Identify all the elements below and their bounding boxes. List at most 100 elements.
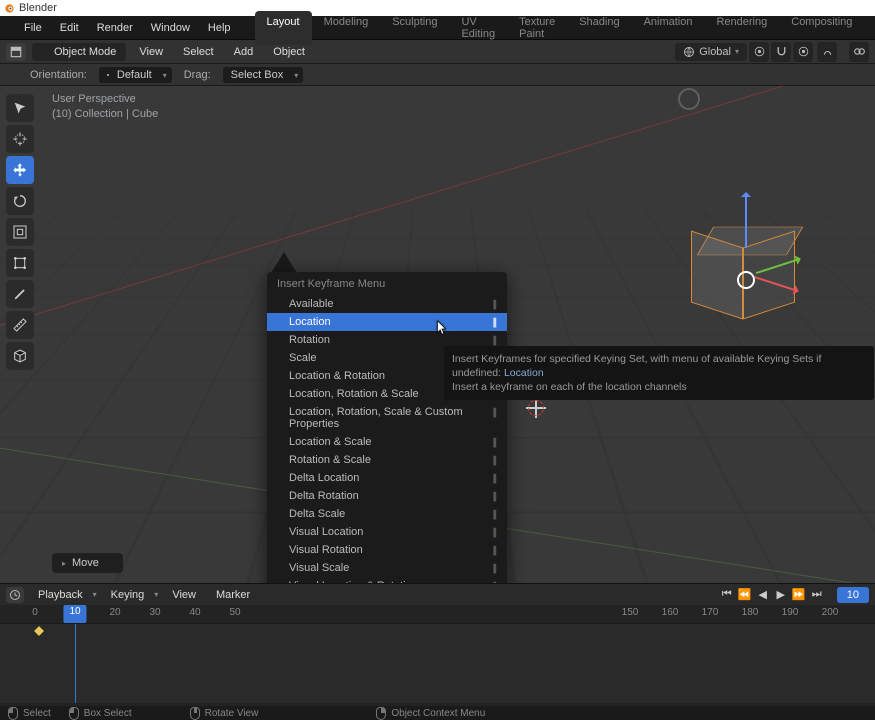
keyframe-menu-item[interactable]: Visual Scale▌ xyxy=(267,559,507,577)
submenu-indicator-icon: ▌ xyxy=(493,582,499,583)
play-reverse-icon[interactable]: ◀ xyxy=(755,588,771,602)
pivot-icon[interactable] xyxy=(749,42,769,62)
tab-animation[interactable]: Animation xyxy=(632,11,705,45)
last-operator-panel[interactable]: ▸ Move xyxy=(52,553,123,573)
hdr-add[interactable]: Add xyxy=(227,43,261,61)
keyframe-menu-item[interactable]: Visual Rotation▌ xyxy=(267,541,507,559)
keyframe-menu-item[interactable]: Visual Location & Rotation▌ xyxy=(267,577,507,583)
drag-value: Select Box xyxy=(231,69,284,81)
keyframe-menu-item[interactable]: Location, Rotation, Scale & Custom Prope… xyxy=(267,403,507,433)
top-menubar: File Edit Render Window Help Layout Mode… xyxy=(0,16,875,40)
chevron-down-icon: ▾ xyxy=(93,590,97,599)
gizmo-origin[interactable] xyxy=(737,271,755,289)
submenu-indicator-icon: ▌ xyxy=(493,564,499,573)
tool-add-cube[interactable] xyxy=(6,342,34,370)
tl-keying[interactable]: Keying xyxy=(105,587,151,603)
tool-move[interactable] xyxy=(6,156,34,184)
tl-marker[interactable]: Marker xyxy=(210,587,256,603)
menu-header: Insert Keyframe Menu xyxy=(267,272,507,295)
jump-prev-key-icon[interactable]: ⏪ xyxy=(737,588,753,602)
tab-geometry-nodes[interactable]: Geometry Nodes xyxy=(864,11,875,45)
tool-scale[interactable] xyxy=(6,218,34,246)
orientation-lbl: Orientation: xyxy=(30,69,87,81)
options-icon[interactable] xyxy=(817,42,837,62)
tl-playback[interactable]: Playback xyxy=(32,587,89,603)
keyframe-diamond[interactable] xyxy=(34,626,44,636)
submenu-indicator-icon: ▌ xyxy=(493,336,499,345)
submenu-indicator-icon: ▌ xyxy=(493,528,499,537)
jump-last-icon[interactable]: ⏭ xyxy=(809,588,825,602)
tl-view[interactable]: View xyxy=(166,587,202,603)
mode-dropdown[interactable]: Object Mode xyxy=(32,43,126,61)
proportional-edit-icon[interactable] xyxy=(793,42,813,62)
workspace-tabs: Layout Modeling Sculpting UV Editing Tex… xyxy=(255,11,875,45)
menu-render[interactable]: Render xyxy=(89,19,141,37)
drag-field[interactable]: Select Box ▾ xyxy=(223,67,304,83)
play-icon[interactable]: ▶ xyxy=(773,588,789,602)
tab-shading[interactable]: Shading xyxy=(567,11,631,45)
ruler-tick: 20 xyxy=(109,607,120,618)
menu-edit[interactable]: Edit xyxy=(52,19,87,37)
current-frame-field[interactable]: 10 xyxy=(837,587,869,603)
hdr-object[interactable]: Object xyxy=(266,43,312,61)
tool-transform[interactable] xyxy=(6,249,34,277)
keyframe-menu-item[interactable]: Location & Scale▌ xyxy=(267,433,507,451)
chevron-down-icon: ▾ xyxy=(294,71,298,80)
scene-link-icon[interactable] xyxy=(849,42,869,62)
submenu-indicator-icon: ▌ xyxy=(493,300,499,309)
submenu-indicator-icon: ▌ xyxy=(493,474,499,483)
gizmo-z-axis[interactable] xyxy=(745,193,747,248)
jump-first-icon[interactable]: ⏮ xyxy=(719,588,735,602)
mouse-cursor-icon xyxy=(436,320,448,336)
3d-viewport[interactable]: User Perspective (10) Collection | Cube … xyxy=(0,86,875,583)
editor-type-timeline-icon[interactable] xyxy=(6,587,24,603)
tab-uv-editing[interactable]: UV Editing xyxy=(449,11,507,45)
transform-orientation-dropdown[interactable]: Global ▾ xyxy=(675,43,747,61)
orientation-label: Global xyxy=(699,46,731,58)
menu-file[interactable]: File xyxy=(16,19,50,37)
keyframe-menu-item[interactable]: Available▌ xyxy=(267,295,507,313)
keyframe-menu-item[interactable]: Delta Location▌ xyxy=(267,469,507,487)
tooltip-keyword: Location xyxy=(504,367,544,379)
menu-help[interactable]: Help xyxy=(200,19,239,37)
mode-label: Object Mode xyxy=(54,46,116,58)
tool-cursor[interactable] xyxy=(6,125,34,153)
tab-texture-paint[interactable]: Texture Paint xyxy=(507,11,567,45)
ruler-tick: 0 xyxy=(32,607,38,618)
ruler-tick: 180 xyxy=(742,607,759,618)
hdr-select[interactable]: Select xyxy=(176,43,221,61)
timeline-ruler[interactable]: 01020304050150160170180190200 10 xyxy=(0,605,875,623)
tab-rendering[interactable]: Rendering xyxy=(704,11,779,45)
playhead[interactable]: 10 xyxy=(63,605,86,623)
hdr-view[interactable]: View xyxy=(132,43,170,61)
editor-type-icon[interactable] xyxy=(6,43,26,61)
jump-next-key-icon[interactable]: ⏩ xyxy=(791,588,807,602)
menu-window[interactable]: Window xyxy=(143,19,198,37)
dopesheet-area[interactable] xyxy=(0,623,875,703)
3d-cursor[interactable] xyxy=(528,400,544,416)
submenu-indicator-icon: ▌ xyxy=(493,456,499,465)
keyframe-menu-item[interactable]: Location▌ xyxy=(267,313,507,331)
snap-icon[interactable] xyxy=(771,42,791,62)
cube-object[interactable] xyxy=(695,221,805,321)
tab-layout[interactable]: Layout xyxy=(255,11,312,45)
nav-gizmo-icon[interactable] xyxy=(678,88,700,110)
last-operator-label: Move xyxy=(72,557,99,569)
mouse-middle-icon xyxy=(190,707,200,720)
tab-sculpting[interactable]: Sculpting xyxy=(380,11,449,45)
orientation-field[interactable]: Default ▾ xyxy=(99,67,172,83)
keyframe-menu-item[interactable]: Rotation & Scale▌ xyxy=(267,451,507,469)
tool-measure[interactable] xyxy=(6,311,34,339)
ruler-tick: 150 xyxy=(622,607,639,618)
tab-modeling[interactable]: Modeling xyxy=(312,11,381,45)
keyframe-menu-item[interactable]: Delta Scale▌ xyxy=(267,505,507,523)
tab-compositing[interactable]: Compositing xyxy=(779,11,864,45)
ruler-tick: 30 xyxy=(149,607,160,618)
tool-annotate[interactable] xyxy=(6,280,34,308)
submenu-indicator-icon: ▌ xyxy=(493,492,499,501)
tool-select-box[interactable] xyxy=(6,94,34,122)
tool-rotate[interactable] xyxy=(6,187,34,215)
submenu-indicator-icon: ▌ xyxy=(493,318,499,327)
keyframe-menu-item[interactable]: Delta Rotation▌ xyxy=(267,487,507,505)
keyframe-menu-item[interactable]: Visual Location▌ xyxy=(267,523,507,541)
